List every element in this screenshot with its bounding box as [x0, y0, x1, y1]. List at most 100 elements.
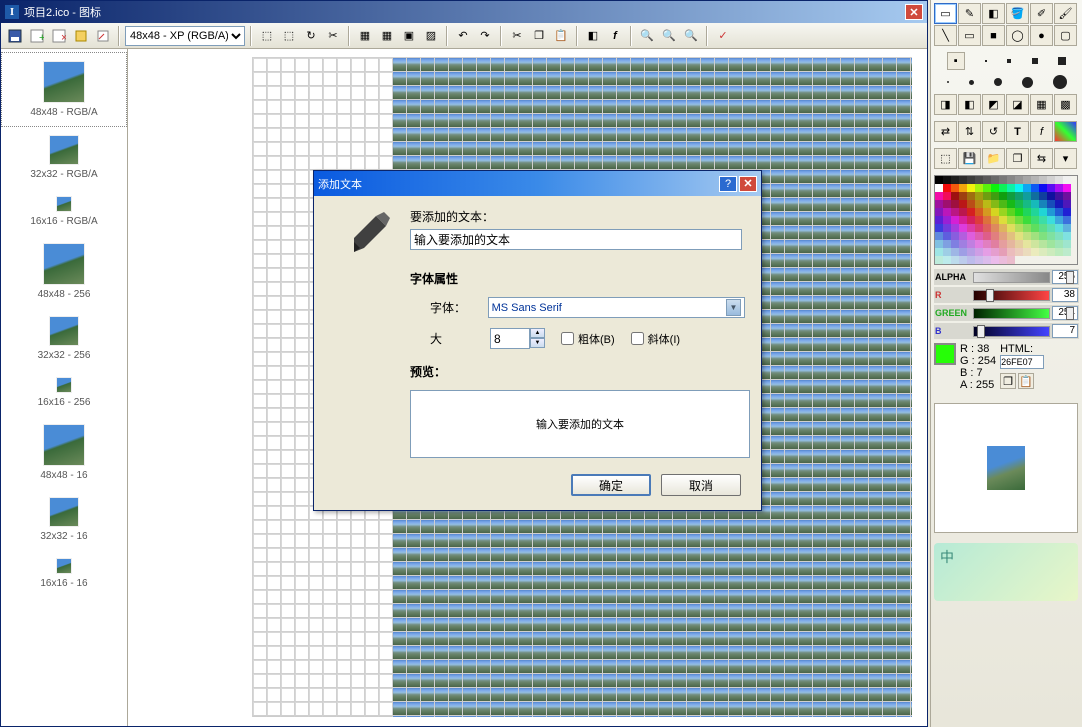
grid2-icon[interactable]: ▦	[377, 26, 397, 46]
grad1-icon[interactable]: ◨	[934, 94, 957, 115]
fill-tool-icon[interactable]: 🪣	[1006, 3, 1029, 24]
size-spinner[interactable]: ▲▼	[490, 328, 545, 349]
fliph-icon[interactable]: ⇄	[934, 121, 957, 142]
check-icon[interactable]: ✓	[713, 26, 733, 46]
grad4-icon[interactable]: ◪	[1006, 94, 1029, 115]
grad2-icon[interactable]: ◧	[958, 94, 981, 115]
rbrush-3[interactable]	[994, 78, 1002, 86]
copy-color-icon[interactable]: ❐	[1000, 373, 1016, 389]
color-icon[interactable]	[1054, 121, 1077, 142]
pal-more-icon[interactable]: ▾	[1054, 148, 1077, 169]
flipv-icon[interactable]: ⇅	[958, 121, 981, 142]
thumb-32-16[interactable]: 32x32 - 16	[1, 489, 127, 550]
thumb-16-256[interactable]: 16x16 - 256	[1, 369, 127, 416]
color-palette[interactable]	[934, 175, 1078, 265]
ad-panel[interactable]	[934, 543, 1078, 601]
copy-icon[interactable]: ❐	[529, 26, 549, 46]
grad5-icon[interactable]: ▦	[1030, 94, 1053, 115]
rbrush-1[interactable]	[947, 81, 949, 83]
grid1-icon[interactable]: ▦	[355, 26, 375, 46]
dialog-titlebar[interactable]: 添加文本 ? ✕	[314, 171, 761, 196]
format-select[interactable]: 48x48 - XP (RGB/A)	[125, 26, 245, 46]
thumb-16-rgba[interactable]: 16x16 - RGB/A	[1, 188, 127, 235]
line-tool-icon[interactable]: ╲	[934, 25, 957, 46]
spin-down[interactable]: ▼	[530, 338, 545, 348]
thumb-48-rgba[interactable]: 48x48 - RGB/A	[1, 52, 127, 127]
rotate-icon[interactable]: ↻	[301, 26, 321, 46]
rect-tool-icon[interactable]: ▭	[958, 25, 981, 46]
redo-icon[interactable]: ↷	[475, 26, 495, 46]
size-input[interactable]	[490, 328, 530, 349]
brush-4[interactable]	[1032, 58, 1038, 64]
grad6-icon[interactable]: ▩	[1054, 94, 1077, 115]
eraser-tool-icon[interactable]: ◧	[982, 3, 1005, 24]
paint-icon[interactable]	[93, 26, 113, 46]
zoom-out-icon[interactable]: 🔍	[659, 26, 679, 46]
ellipsefill-tool-icon[interactable]: ●	[1030, 25, 1053, 46]
titlebar[interactable]: I 项目2.ico - 图标 ✕	[1, 1, 927, 23]
zoom-fit-icon[interactable]: 🔍	[681, 26, 701, 46]
help-button[interactable]: ?	[719, 176, 737, 192]
cancel-button[interactable]: 取消	[661, 474, 741, 496]
grad3-icon[interactable]: ◩	[982, 94, 1005, 115]
pal-save-icon[interactable]: 💾	[958, 148, 981, 169]
brush-5[interactable]	[1058, 57, 1066, 65]
html-input[interactable]	[1000, 355, 1044, 369]
text-input[interactable]	[410, 229, 742, 250]
chevron-down-icon[interactable]: ▼	[726, 299, 741, 316]
rotatel-icon[interactable]: ↺	[982, 121, 1005, 142]
brush-tool-icon[interactable]: 🖌	[1054, 3, 1077, 24]
brush-3[interactable]	[1007, 59, 1011, 63]
bold-checkbox[interactable]	[561, 332, 574, 345]
cut-icon[interactable]: ✂	[507, 26, 527, 46]
close-button[interactable]: ✕	[905, 4, 923, 20]
pencil-tool-icon[interactable]: ✎	[958, 3, 981, 24]
export-icon[interactable]	[71, 26, 91, 46]
ellipse-tool-icon[interactable]: ◯	[1006, 25, 1029, 46]
zoom-in-icon[interactable]: 🔍	[637, 26, 657, 46]
font-combo[interactable]: MS Sans Serif ▼	[488, 297, 745, 318]
paste-icon[interactable]: 📋	[551, 26, 571, 46]
brush-1[interactable]: ▪	[947, 52, 965, 70]
fx-icon[interactable]: f	[605, 26, 625, 46]
fx2-icon[interactable]: f	[1030, 121, 1053, 142]
green-slider[interactable]: GREEN254	[934, 305, 1079, 321]
current-color-swatch[interactable]	[934, 343, 956, 365]
pal-open-icon[interactable]: 📁	[982, 148, 1005, 169]
crop-icon[interactable]: ✂	[323, 26, 343, 46]
rbrush-4[interactable]	[1022, 77, 1033, 88]
ok-button[interactable]: 确定	[571, 474, 651, 496]
import-icon[interactable]: ⬚	[257, 26, 277, 46]
paste-color-icon[interactable]: 📋	[1018, 373, 1034, 389]
italic-checkbox[interactable]	[631, 332, 644, 345]
rbrush-2[interactable]	[969, 80, 974, 85]
layer-icon[interactable]: ▣	[399, 26, 419, 46]
select-tool-icon[interactable]: ▭	[934, 3, 957, 24]
spin-up[interactable]: ▲	[530, 328, 545, 338]
red-slider[interactable]: R38	[934, 287, 1079, 303]
picker-tool-icon[interactable]: ✐	[1030, 3, 1053, 24]
brush-2[interactable]	[985, 60, 987, 62]
pal-swap-icon[interactable]: ⇆	[1030, 148, 1053, 169]
save-icon[interactable]	[5, 26, 25, 46]
new-image-icon[interactable]: +	[27, 26, 47, 46]
roundrect-tool-icon[interactable]: ▢	[1054, 25, 1077, 46]
thumb-48-16[interactable]: 48x48 - 16	[1, 416, 127, 489]
undo-icon[interactable]: ↶	[453, 26, 473, 46]
rectfill-tool-icon[interactable]: ■	[982, 25, 1005, 46]
checker-icon[interactable]: ▨	[421, 26, 441, 46]
thumb-16-16[interactable]: 16x16 - 16	[1, 550, 127, 597]
dialog-close-button[interactable]: ✕	[739, 176, 757, 192]
blue-slider[interactable]: B7	[934, 323, 1079, 339]
thumb-48-256[interactable]: 48x48 - 256	[1, 235, 127, 308]
rbrush-5[interactable]	[1053, 75, 1067, 89]
effects-icon[interactable]: ◧	[583, 26, 603, 46]
pal-copy-icon[interactable]: ❐	[1006, 148, 1029, 169]
thumb-32-256[interactable]: 32x32 - 256	[1, 308, 127, 369]
delete-image-icon[interactable]: ×	[49, 26, 69, 46]
import2-icon[interactable]: ⬚	[279, 26, 299, 46]
text-tool-icon[interactable]: T	[1006, 121, 1029, 142]
alpha-slider[interactable]: ALPHA255	[934, 269, 1079, 285]
thumb-32-rgba[interactable]: 32x32 - RGB/A	[1, 127, 127, 188]
pal-new-icon[interactable]: ⬚	[934, 148, 957, 169]
